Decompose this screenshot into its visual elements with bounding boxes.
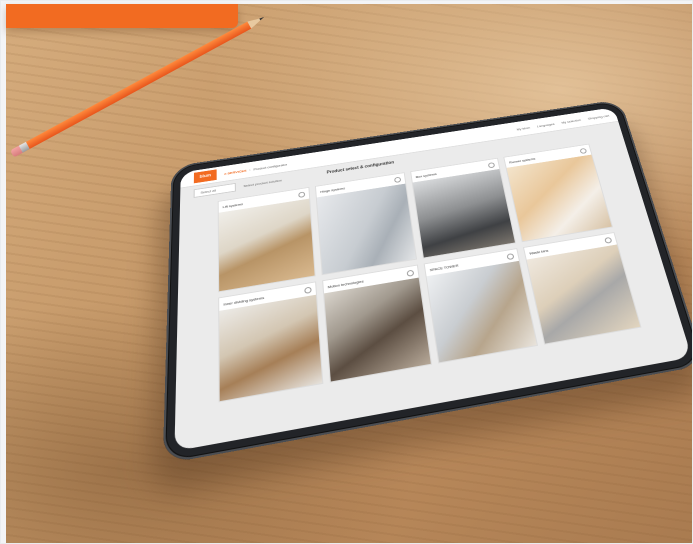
product-tile[interactable]: Motion technologies bbox=[322, 264, 433, 383]
tile-photo bbox=[412, 168, 515, 258]
breadcrumb-separator: › bbox=[249, 167, 251, 172]
product-tile[interactable]: Lift systems bbox=[217, 186, 316, 293]
tile-label: Box systems bbox=[415, 171, 437, 179]
tile-photo bbox=[526, 244, 641, 344]
product-tile[interactable]: SPACE TOWER bbox=[423, 248, 539, 364]
info-icon[interactable] bbox=[604, 236, 613, 244]
nav-item[interactable]: My selection bbox=[561, 118, 581, 124]
info-icon[interactable] bbox=[506, 252, 515, 260]
info-icon[interactable] bbox=[487, 161, 496, 168]
tile-photo bbox=[324, 277, 431, 382]
info-icon[interactable] bbox=[298, 191, 306, 198]
nav-item[interactable]: Shopping cart bbox=[587, 113, 609, 120]
info-icon[interactable] bbox=[406, 269, 415, 277]
tile-photo bbox=[506, 154, 612, 242]
tile-photo bbox=[218, 198, 315, 292]
hint-text: Select product solution bbox=[243, 177, 282, 188]
desk-scene: blum e-SERVICES › Product configurator M… bbox=[0, 0, 693, 544]
left-strip bbox=[0, 0, 6, 544]
product-tile[interactable]: Inner dividing systems bbox=[218, 281, 324, 403]
brand-logo[interactable]: blum bbox=[193, 169, 217, 184]
product-tile[interactable]: Hinge systems bbox=[314, 172, 418, 276]
product-tile[interactable]: Runner systems bbox=[503, 143, 613, 243]
orange-pencil bbox=[10, 12, 269, 158]
info-icon[interactable] bbox=[304, 286, 312, 294]
product-tile[interactable]: Waste bins bbox=[522, 232, 642, 345]
breadcrumb-home[interactable]: e-SERVICES bbox=[224, 168, 246, 175]
tile-label: Lift systems bbox=[222, 201, 244, 209]
tile-photo bbox=[219, 294, 323, 402]
product-tile[interactable]: Box systems bbox=[410, 157, 517, 259]
nav-item[interactable]: My blum bbox=[516, 125, 530, 131]
breadcrumb-current: Product configurator bbox=[253, 162, 288, 171]
orange-folder bbox=[6, 4, 238, 28]
tablet: blum e-SERVICES › Product configurator M… bbox=[162, 99, 693, 465]
tile-label: SPACE TOWER bbox=[429, 262, 459, 272]
tile-photo bbox=[426, 260, 537, 363]
info-icon[interactable] bbox=[579, 147, 588, 154]
info-icon[interactable] bbox=[393, 176, 402, 183]
tile-label: Hinge systems bbox=[320, 185, 346, 194]
tile-photo bbox=[316, 183, 416, 275]
pencil-body bbox=[22, 20, 253, 151]
nav-item[interactable]: Languages bbox=[536, 122, 554, 128]
tile-label: Waste bins bbox=[528, 247, 549, 256]
